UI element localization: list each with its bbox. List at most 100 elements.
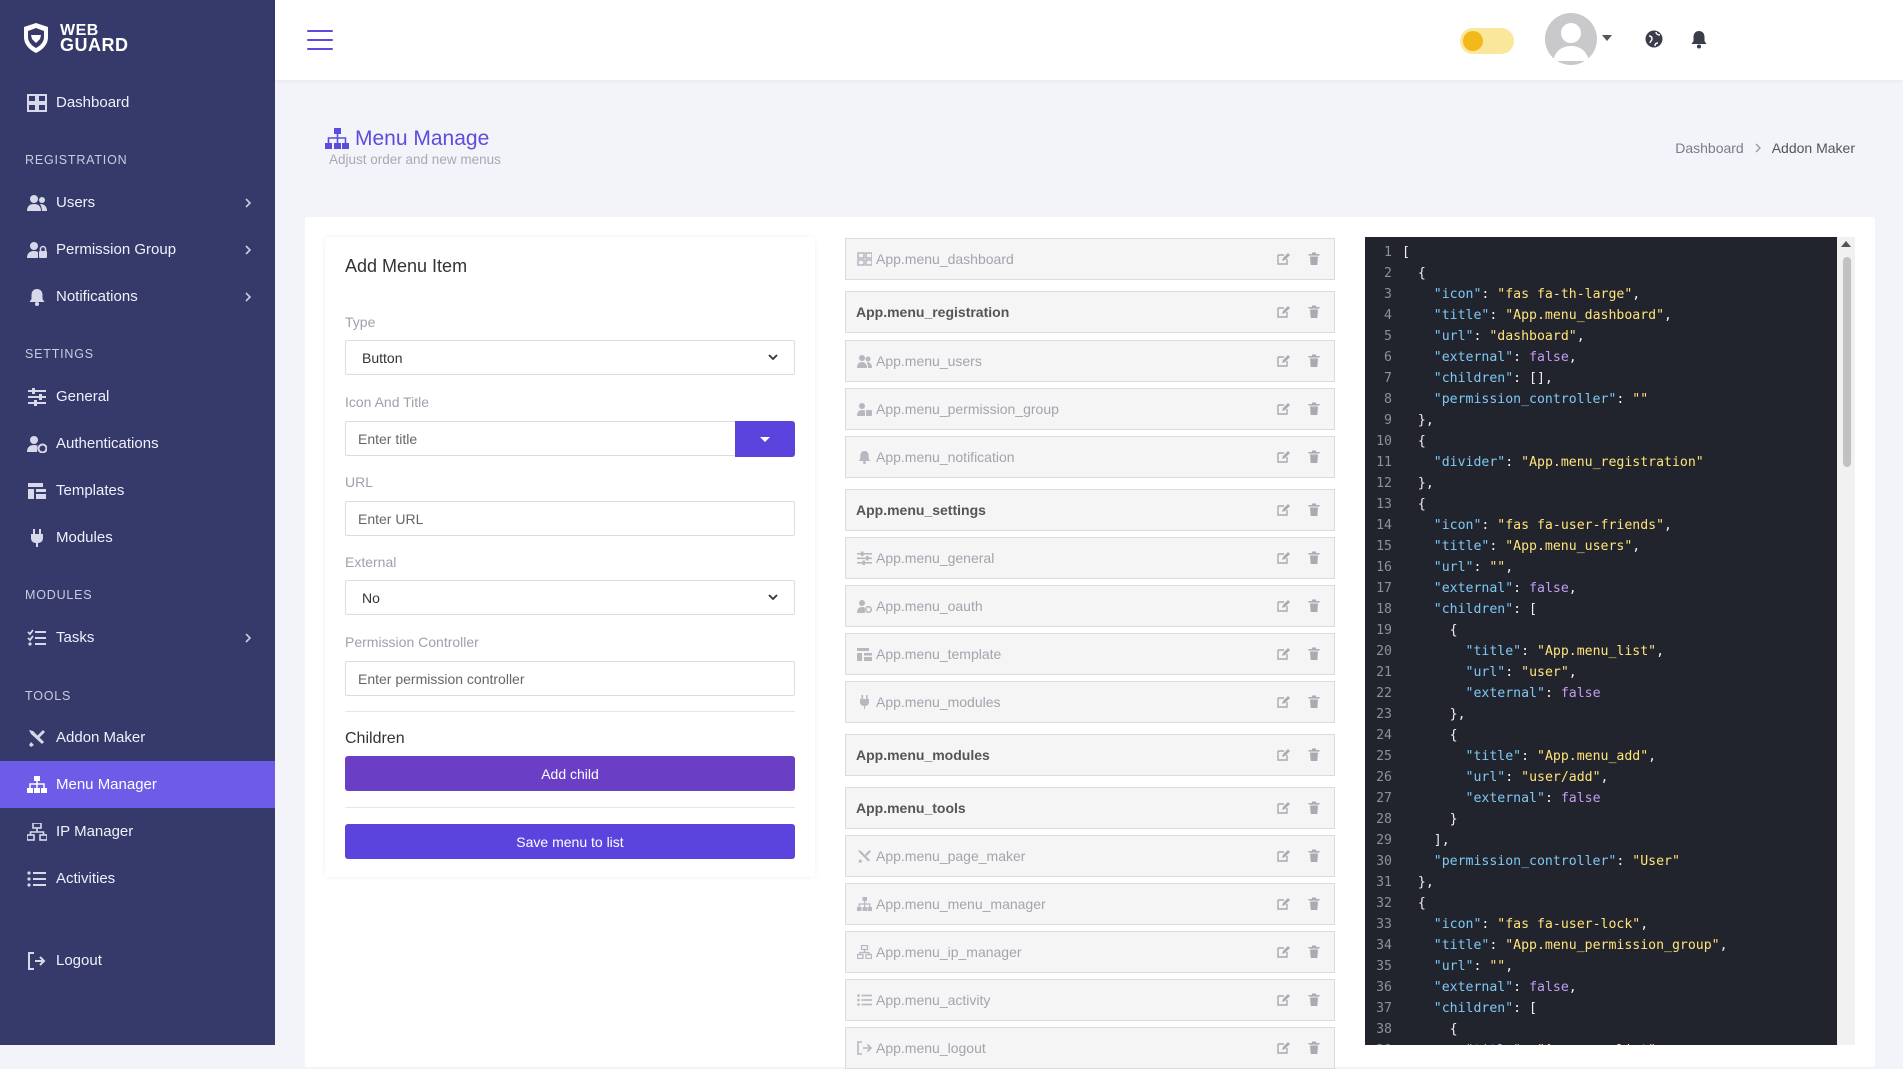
edit-icon[interactable] <box>1276 450 1290 464</box>
edit-icon[interactable] <box>1276 897 1290 911</box>
code-line[interactable]: 12 }, <box>1365 473 1434 494</box>
icon-picker-button[interactable] <box>735 421 795 457</box>
chevron-down-icon[interactable] <box>1602 34 1612 42</box>
code-line[interactable]: 4 "title": "App.menu_dashboard", <box>1365 305 1672 326</box>
type-select[interactable]: Button <box>345 340 795 375</box>
scroll-up-arrow-icon[interactable] <box>1841 241 1851 248</box>
code-line[interactable]: 20 "title": "App.menu_list", <box>1365 641 1664 662</box>
code-line[interactable]: 14 "icon": "fas fa-user-friends", <box>1365 515 1672 536</box>
edit-icon[interactable] <box>1276 252 1290 266</box>
code-line[interactable]: 18 "children": [ <box>1365 599 1537 620</box>
menu-divider-row[interactable]: App.menu_settings <box>845 489 1335 531</box>
avatar[interactable] <box>1545 13 1597 65</box>
menu-divider-row[interactable]: App.menu_modules <box>845 734 1335 776</box>
edit-icon[interactable] <box>1276 695 1290 709</box>
menu-divider-row[interactable]: App.menu_tools <box>845 787 1335 829</box>
sidebar-item-general[interactable]: General <box>0 373 275 420</box>
code-line[interactable]: 33 "icon": "fas fa-user-lock", <box>1365 914 1648 935</box>
code-line[interactable]: 29 ], <box>1365 830 1450 851</box>
permission-controller-input[interactable] <box>345 661 795 696</box>
trash-icon[interactable] <box>1307 503 1321 517</box>
bell-icon[interactable] <box>1688 28 1710 50</box>
trash-icon[interactable] <box>1307 354 1321 368</box>
menu-item-row[interactable]: App.menu_permission_group <box>845 388 1335 430</box>
code-line[interactable]: 8 "permission_controller": "" <box>1365 389 1648 410</box>
menu-item-row[interactable]: App.menu_template <box>845 633 1335 675</box>
sidebar-item-notifications[interactable]: Notifications <box>0 273 275 320</box>
code-line[interactable]: 17 "external": false, <box>1365 578 1577 599</box>
menu-item-row[interactable]: App.menu_dashboard <box>845 238 1335 280</box>
code-line[interactable]: 21 "url": "user", <box>1365 662 1577 683</box>
edit-icon[interactable] <box>1276 599 1290 613</box>
json-code-editor[interactable]: 1[2 {3 "icon": "fas fa-th-large", 4 "titl… <box>1365 237 1840 1045</box>
code-line[interactable]: 5 "url": "dashboard", <box>1365 326 1585 347</box>
sidebar-item-permission-group[interactable]: Permission Group <box>0 226 275 273</box>
code-line[interactable]: 36 "external": false, <box>1365 977 1577 998</box>
sidebar-item-activities[interactable]: Activities <box>0 855 275 902</box>
code-line[interactable]: 10 { <box>1365 431 1426 452</box>
trash-icon[interactable] <box>1307 450 1321 464</box>
edit-icon[interactable] <box>1276 1041 1290 1055</box>
menu-item-row[interactable]: App.menu_users <box>845 340 1335 382</box>
menu-item-row[interactable]: App.menu_logout <box>845 1027 1335 1069</box>
code-line[interactable]: 13 { <box>1365 494 1426 515</box>
edit-icon[interactable] <box>1276 551 1290 565</box>
edit-icon[interactable] <box>1276 849 1290 863</box>
trash-icon[interactable] <box>1307 305 1321 319</box>
code-line[interactable]: 37 "children": [ <box>1365 998 1537 1019</box>
code-line[interactable]: 35 "url": "", <box>1365 956 1513 977</box>
menu-divider-row[interactable]: App.menu_registration <box>845 291 1335 333</box>
code-line[interactable]: 19 { <box>1365 620 1457 641</box>
trash-icon[interactable] <box>1307 1041 1321 1055</box>
trash-icon[interactable] <box>1307 551 1321 565</box>
code-line[interactable]: 24 { <box>1365 725 1457 746</box>
code-line[interactable]: 26 "url": "user/add", <box>1365 767 1608 788</box>
code-line[interactable]: 3 "icon": "fas fa-th-large", <box>1365 284 1640 305</box>
sidebar-item-menu-manager[interactable]: Menu Manager <box>0 761 275 808</box>
sidebar-item-authentications[interactable]: Authentications <box>0 420 275 467</box>
edit-icon[interactable] <box>1276 305 1290 319</box>
code-line[interactable]: 9 }, <box>1365 410 1434 431</box>
sidebar-item-templates[interactable]: Templates <box>0 467 275 514</box>
edit-icon[interactable] <box>1276 647 1290 661</box>
menu-item-row[interactable]: App.menu_modules <box>845 681 1335 723</box>
code-line[interactable]: 22 "external": false <box>1365 683 1600 704</box>
code-line[interactable]: 15 "title": "App.menu_users", <box>1365 536 1640 557</box>
menu-item-row[interactable]: App.menu_oauth <box>845 585 1335 627</box>
brand-logo[interactable]: WEB GUARD <box>22 22 129 54</box>
menu-item-row[interactable]: App.menu_general <box>845 537 1335 579</box>
code-line[interactable]: 6 "external": false, <box>1365 347 1577 368</box>
code-line[interactable]: 28 } <box>1365 809 1457 830</box>
code-line[interactable]: 16 "url": "", <box>1365 557 1513 578</box>
trash-icon[interactable] <box>1307 897 1321 911</box>
code-line[interactable]: 38 { <box>1365 1019 1457 1040</box>
sidebar-item-logout[interactable]: Logout <box>0 937 275 984</box>
editor-scrollbar-thumb[interactable] <box>1843 257 1851 467</box>
trash-icon[interactable] <box>1307 945 1321 959</box>
sidebar-item-addon-maker[interactable]: Addon Maker <box>0 714 275 761</box>
code-line[interactable]: 39 "title": "App.menu_list", <box>1365 1040 1664 1045</box>
menu-item-row[interactable]: App.menu_ip_manager <box>845 931 1335 973</box>
trash-icon[interactable] <box>1307 252 1321 266</box>
sidebar-item-modules[interactable]: Modules <box>0 514 275 561</box>
sidebar-item-users[interactable]: Users <box>0 179 275 226</box>
code-line[interactable]: 25 "title": "App.menu_add", <box>1365 746 1656 767</box>
title-input[interactable] <box>345 421 736 456</box>
menu-item-row[interactable]: App.menu_activity <box>845 979 1335 1021</box>
sidebar-item-tasks[interactable]: Tasks <box>0 614 275 661</box>
trash-icon[interactable] <box>1307 402 1321 416</box>
url-input[interactable] <box>345 501 795 536</box>
code-line[interactable]: 11 "divider": "App.menu_registration" <box>1365 452 1704 473</box>
menu-item-row[interactable]: App.menu_notification <box>845 436 1335 478</box>
trash-icon[interactable] <box>1307 695 1321 709</box>
theme-toggle[interactable] <box>1460 28 1514 54</box>
code-line[interactable]: 2 { <box>1365 263 1426 284</box>
trash-icon[interactable] <box>1307 748 1321 762</box>
sidebar-item-ip-manager[interactable]: IP Manager <box>0 808 275 855</box>
code-line[interactable]: 34 "title": "App.menu_permission_group", <box>1365 935 1727 956</box>
trash-icon[interactable] <box>1307 599 1321 613</box>
external-select[interactable]: No <box>345 580 795 615</box>
edit-icon[interactable] <box>1276 402 1290 416</box>
trash-icon[interactable] <box>1307 849 1321 863</box>
hamburger-menu-icon[interactable] <box>307 30 333 52</box>
